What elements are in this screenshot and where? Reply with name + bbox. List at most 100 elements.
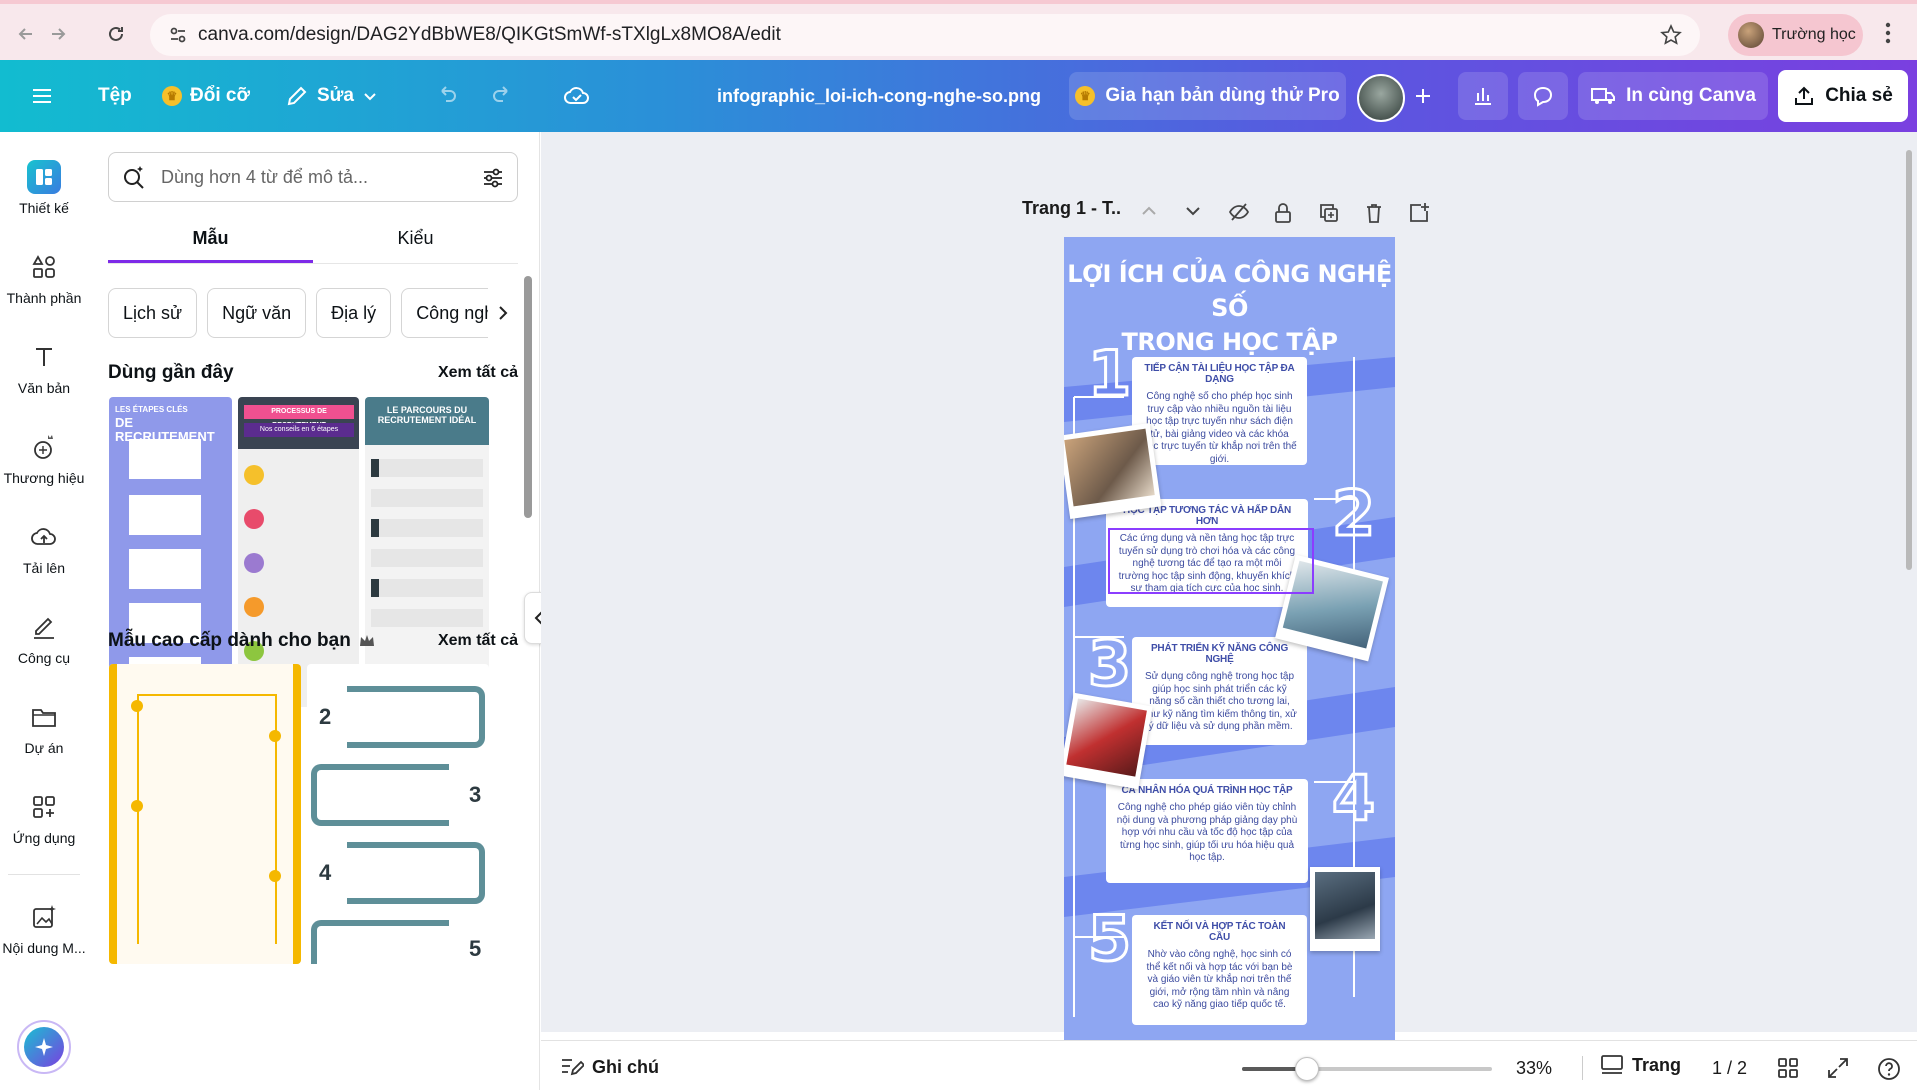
cloud-saved-icon[interactable] [563, 60, 591, 132]
site-info-icon[interactable] [158, 25, 198, 45]
resize-button[interactable]: ♛ Đổi cỡ [162, 60, 250, 132]
bottom-toolbar [541, 1040, 1917, 1090]
redo-icon[interactable] [490, 60, 516, 132]
thumb-title-top: PROCESSUS DE RECRUTEMENT [244, 405, 354, 429]
crown-icon: ♛ [1075, 86, 1096, 106]
tools-icon [27, 610, 61, 644]
benefit-card[interactable]: TIẾP CẬN TÀI LIỆU HỌC TẬP ĐA DẠNG Công n… [1132, 357, 1307, 465]
template-search[interactable] [108, 152, 518, 202]
undo-icon[interactable] [433, 60, 459, 132]
chip-literature[interactable]: Ngữ văn [207, 288, 307, 338]
zoom-slider-handle[interactable] [1295, 1057, 1319, 1081]
rail-item-text[interactable]: Văn bản [0, 340, 88, 396]
classroom-photo[interactable] [1310, 867, 1380, 951]
rail-item-brand[interactable]: Thương hiệu [0, 430, 88, 486]
fullscreen-icon[interactable] [1826, 1056, 1850, 1080]
browser-menu-icon[interactable] [1878, 18, 1898, 48]
step-number: 4 [1330, 761, 1376, 837]
benefit-card[interactable]: PHÁT TRIỂN KỸ NĂNG CÔNG NGHỆ Sử dụng côn… [1132, 637, 1307, 745]
comment-icon[interactable] [1518, 72, 1568, 120]
chevron-up-icon[interactable] [1140, 202, 1158, 220]
recent-template-3[interactable]: LE PARCOURS DU RECRUTEMENT IDÉAL ♛ [365, 397, 489, 707]
pages-view-button[interactable]: Trang [1600, 1054, 1681, 1076]
rail-label: Nội dung M... [2, 940, 86, 956]
share-label: Chia sẻ [1825, 85, 1893, 106]
tab-templates[interactable]: Mẫu [108, 224, 313, 263]
help-question-icon[interactable] [1876, 1056, 1902, 1082]
page-count[interactable]: 1 / 2 [1712, 1058, 1747, 1079]
duplicate-page-icon[interactable] [1318, 202, 1340, 224]
profile-chip[interactable]: Trường học [1728, 14, 1863, 56]
rail-item-tools[interactable]: Công cụ [0, 610, 88, 666]
document-title[interactable]: infographic_loi-ich-cong-nghe-so.png [717, 60, 1041, 132]
chip-geography[interactable]: Địa lý [316, 288, 392, 338]
zoom-value[interactable]: 33% [1516, 1058, 1552, 1079]
chip-history[interactable]: Lịch sử [108, 288, 198, 338]
notes-button[interactable]: Ghi chú [560, 1056, 659, 1078]
recent-see-all-link[interactable]: Xem tất cả [438, 364, 518, 382]
crown-icon [359, 635, 374, 646]
lock-icon[interactable] [1274, 202, 1292, 224]
share-button[interactable]: Chia sẻ [1778, 70, 1908, 122]
rail-label: Tải lên [22, 560, 66, 576]
print-label: In cùng Canva [1626, 85, 1756, 106]
step-number: 3 [1086, 626, 1132, 702]
premium-template-2[interactable]: 2 3 4 5 [307, 664, 489, 964]
rail-item-projects[interactable]: Dự án [0, 700, 88, 756]
back-icon[interactable] [10, 18, 42, 50]
delete-trash-icon[interactable] [1364, 202, 1384, 224]
magic-assistant-button[interactable] [17, 1020, 71, 1074]
classroom-photo[interactable] [1064, 423, 1162, 519]
bookmark-star-icon[interactable] [1660, 24, 1682, 46]
add-collaborator-icon[interactable] [1412, 60, 1434, 132]
panel-scrollbar[interactable] [524, 276, 532, 518]
classroom-photo[interactable] [1064, 692, 1153, 790]
template-search-input[interactable] [161, 166, 461, 188]
edit-mode-button[interactable]: Sửa [285, 60, 378, 132]
pencil-icon [287, 86, 307, 106]
rail-item-magic-media[interactable]: Nội dung M... [0, 900, 88, 956]
grid-view-icon[interactable] [1776, 1056, 1800, 1080]
design-page[interactable]: LỢI ÍCH CỦA CÔNG NGHỆ SỐ TRONG HỌC TẬP 1… [1064, 237, 1395, 1043]
benefit-card[interactable]: KẾT NỐI VÀ HỢP TÁC TOÀN CẦU Nhờ vào công… [1132, 915, 1307, 1025]
premium-see-all-link[interactable]: Xem tất cả [438, 632, 518, 650]
share-upload-icon [1795, 86, 1814, 105]
recent-template-1[interactable]: LES ÉTAPES CLÉS DE RECRUTEMENT [109, 397, 232, 707]
reload-icon[interactable] [100, 18, 132, 50]
rail-item-uploads[interactable]: Tải lên [0, 520, 88, 576]
benefit-card[interactable]: CÁ NHÂN HÓA QUÁ TRÌNH HỌC TẬP Công nghệ … [1106, 779, 1308, 883]
user-avatar[interactable] [1357, 74, 1405, 122]
chevron-right-icon[interactable] [488, 288, 518, 338]
premium-title: Mẫu cao cấp dành cho bạn [108, 630, 351, 651]
hide-eye-icon[interactable] [1228, 202, 1250, 222]
page-label[interactable]: Trang 1 - T.. [1022, 198, 1121, 219]
sparkle-icon [24, 1027, 64, 1067]
chevron-down-icon [364, 93, 376, 101]
tab-styles[interactable]: Kiểu [313, 224, 518, 263]
forward-icon[interactable] [42, 18, 74, 50]
file-menu-button[interactable]: Tệp [98, 60, 132, 132]
print-with-canva-button[interactable]: In cùng Canva [1578, 72, 1768, 120]
add-page-icon[interactable] [1408, 202, 1430, 224]
filter-sliders-icon[interactable] [481, 166, 505, 190]
profile-label: Trường học [1772, 26, 1856, 43]
insights-chart-icon[interactable] [1458, 72, 1508, 120]
category-chips: Lịch sử Ngữ văn Địa lý Công nghệ [108, 288, 508, 340]
chevron-down-icon[interactable] [1184, 202, 1202, 220]
pro-trial-button[interactable]: ♛ Gia hạn bản dùng thử Pro [1069, 72, 1346, 120]
zoom-slider[interactable] [1242, 1067, 1492, 1071]
pro-trial-label: Gia hạn bản dùng thử Pro [1105, 85, 1340, 106]
url-text[interactable]: canva.com/design/DAG2YdBbWE8/QIKGtSmWf-s… [198, 24, 781, 46]
design-title-line1: LỢI ÍCH CỦA CÔNG NGHỆ SỐ [1067, 260, 1392, 322]
rail-item-apps[interactable]: Ứng dụng [0, 790, 88, 846]
canvas-scrollbar[interactable] [1906, 150, 1912, 570]
selected-text-box[interactable] [1108, 528, 1314, 594]
rail-label: Ứng dụng [12, 830, 76, 846]
address-bar[interactable]: canva.com/design/DAG2YdBbWE8/QIKGtSmWf-s… [150, 14, 1700, 56]
main-menu-icon[interactable] [30, 60, 54, 132]
premium-template-1[interactable] [109, 664, 301, 964]
recent-template-2[interactable]: PROCESSUS DE RECRUTEMENT Nos conseils en… [238, 397, 359, 707]
rail-item-design[interactable]: Thiết kế [0, 160, 88, 216]
step-number: 1 [1086, 336, 1132, 412]
rail-item-elements[interactable]: Thành phần [0, 250, 88, 306]
